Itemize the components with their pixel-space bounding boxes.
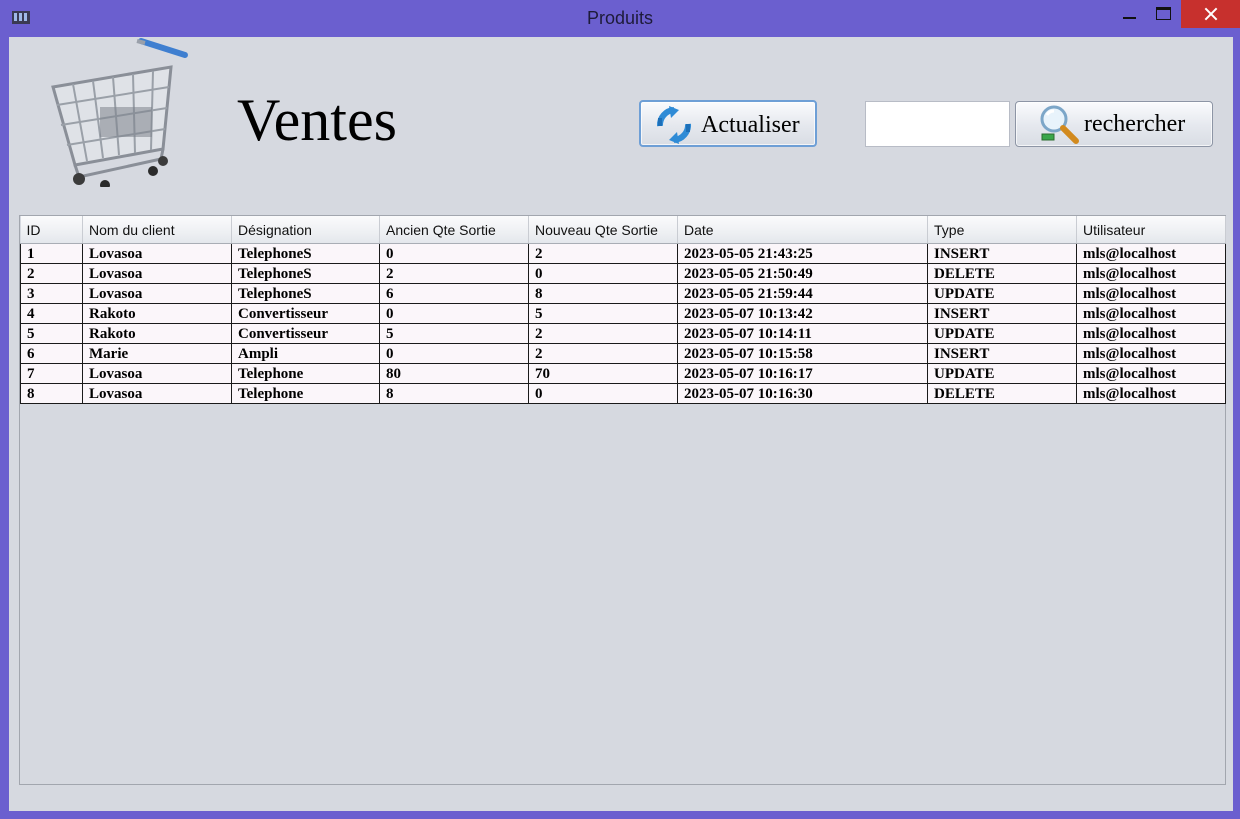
- column-header-user[interactable]: Utilisateur: [1076, 216, 1226, 244]
- table-cell[interactable]: 1: [20, 243, 83, 264]
- table-cell[interactable]: UPDATE: [927, 323, 1077, 344]
- column-header-type[interactable]: Type: [927, 216, 1077, 244]
- main-panel: Ventes Actualiser rechercher ID Nom du c…: [9, 37, 1233, 811]
- table-cell[interactable]: 8: [379, 383, 529, 404]
- column-header-id[interactable]: ID: [20, 216, 83, 244]
- minimize-button[interactable]: [1114, 0, 1146, 28]
- table-cell[interactable]: INSERT: [927, 303, 1077, 324]
- table-cell[interactable]: 0: [528, 263, 678, 284]
- table-cell[interactable]: 2023-05-07 10:16:17: [677, 363, 928, 384]
- table-cell[interactable]: 4: [20, 303, 83, 324]
- maximize-button[interactable]: [1148, 0, 1178, 28]
- table-cell[interactable]: 0: [379, 243, 529, 264]
- table-cell[interactable]: mls@localhost: [1076, 303, 1226, 324]
- table-cell[interactable]: 0: [379, 303, 529, 324]
- table-cell[interactable]: Lovasoa: [82, 243, 232, 264]
- page-title: Ventes: [237, 87, 397, 153]
- table-cell[interactable]: 2: [528, 343, 678, 364]
- table-row[interactable]: 5 Rakoto Convertisseur 5 2 2023-05-07 10…: [20, 323, 1226, 344]
- table-cell[interactable]: 2023-05-05 21:50:49: [677, 263, 928, 284]
- table-row[interactable]: 3 Lovasoa TelephoneS 6 8 2023-05-05 21:5…: [20, 283, 1226, 304]
- table-row[interactable]: 6 Marie Ampli 0 2 2023-05-07 10:15:58 IN…: [20, 343, 1226, 364]
- table-cell[interactable]: 0: [379, 343, 529, 364]
- table-cell[interactable]: UPDATE: [927, 363, 1077, 384]
- search-input[interactable]: [865, 101, 1010, 147]
- table-cell[interactable]: Lovasoa: [82, 283, 232, 304]
- table-cell[interactable]: 5: [379, 323, 529, 344]
- search-button-label: rechercher: [1084, 111, 1186, 137]
- table-cell[interactable]: 5: [528, 303, 678, 324]
- table-row[interactable]: 2 Lovasoa TelephoneS 2 0 2023-05-05 21:5…: [20, 263, 1226, 284]
- table-cell[interactable]: Telephone: [231, 363, 380, 384]
- table-cell[interactable]: Rakoto: [82, 323, 232, 344]
- table-cell[interactable]: 6: [20, 343, 83, 364]
- table-cell[interactable]: DELETE: [927, 383, 1077, 404]
- table-cell[interactable]: mls@localhost: [1076, 383, 1226, 404]
- table-cell[interactable]: mls@localhost: [1076, 363, 1226, 384]
- table-cell[interactable]: DELETE: [927, 263, 1077, 284]
- table-cell[interactable]: 6: [379, 283, 529, 304]
- table-cell[interactable]: 70: [528, 363, 678, 384]
- table-cell[interactable]: 0: [528, 383, 678, 404]
- table-cell[interactable]: Convertisseur: [231, 303, 380, 324]
- table-cell[interactable]: Lovasoa: [82, 363, 232, 384]
- table-row[interactable]: 1 Lovasoa TelephoneS 0 2 2023-05-05 21:4…: [20, 243, 1226, 264]
- table-cell[interactable]: Marie: [82, 343, 232, 364]
- table-cell[interactable]: 2: [528, 323, 678, 344]
- table-cell[interactable]: TelephoneS: [231, 263, 380, 284]
- table-cell[interactable]: 80: [379, 363, 529, 384]
- table-cell[interactable]: 8: [20, 383, 83, 404]
- table-cell[interactable]: TelephoneS: [231, 243, 380, 264]
- column-header-client[interactable]: Nom du client: [82, 216, 232, 244]
- title-bar[interactable]: Produits: [0, 0, 1240, 36]
- table-cell[interactable]: Convertisseur: [231, 323, 380, 344]
- table-cell[interactable]: mls@localhost: [1076, 243, 1226, 264]
- table-cell[interactable]: Telephone: [231, 383, 380, 404]
- table-cell[interactable]: UPDATE: [927, 283, 1077, 304]
- table-row[interactable]: 4 Rakoto Convertisseur 0 5 2023-05-07 10…: [20, 303, 1226, 324]
- table-cell[interactable]: 2023-05-05 21:59:44: [677, 283, 928, 304]
- table-cell[interactable]: Ampli: [231, 343, 380, 364]
- table-cell[interactable]: mls@localhost: [1076, 283, 1226, 304]
- column-header-old-qty[interactable]: Ancien Qte Sortie: [379, 216, 529, 244]
- table-cell[interactable]: TelephoneS: [231, 283, 380, 304]
- magnifier-icon: [1040, 105, 1079, 144]
- column-header-designation[interactable]: Désignation: [231, 216, 380, 244]
- search-button[interactable]: rechercher: [1015, 101, 1213, 147]
- table-cell[interactable]: 2: [20, 263, 83, 284]
- table-header-row: ID Nom du client Désignation Ancien Qte …: [20, 216, 1226, 244]
- table-row[interactable]: 7 Lovasoa Telephone 80 70 2023-05-07 10:…: [20, 363, 1226, 384]
- shopping-cart-icon: [51, 38, 188, 187]
- table-cell[interactable]: 2023-05-05 21:43:25: [677, 243, 928, 264]
- table-cell[interactable]: 7: [20, 363, 83, 384]
- table-cell[interactable]: 2: [379, 263, 529, 284]
- table-cell[interactable]: mls@localhost: [1076, 323, 1226, 344]
- table-cell[interactable]: 2023-05-07 10:16:30: [677, 383, 928, 404]
- table-cell[interactable]: 2023-05-07 10:15:58: [677, 343, 928, 364]
- table-cell[interactable]: mls@localhost: [1076, 263, 1226, 284]
- table-cell[interactable]: 2023-05-07 10:14:11: [677, 323, 928, 344]
- sales-table[interactable]: ID Nom du client Désignation Ancien Qte …: [19, 215, 1226, 785]
- refresh-button-label: Actualiser: [701, 112, 800, 138]
- table-cell[interactable]: INSERT: [927, 343, 1077, 364]
- table-cell[interactable]: 3: [20, 283, 83, 304]
- close-button[interactable]: [1181, 0, 1240, 28]
- column-header-date[interactable]: Date: [677, 216, 928, 244]
- table-cell[interactable]: 5: [20, 323, 83, 344]
- table-cell[interactable]: Lovasoa: [82, 263, 232, 284]
- table-cell[interactable]: mls@localhost: [1076, 343, 1226, 364]
- table-cell[interactable]: INSERT: [927, 243, 1077, 264]
- table-cell[interactable]: 8: [528, 283, 678, 304]
- column-header-new-qty[interactable]: Nouveau Qte Sortie: [528, 216, 678, 244]
- table-cell[interactable]: 2: [528, 243, 678, 264]
- table-cell[interactable]: Rakoto: [82, 303, 232, 324]
- refresh-icon: [656, 106, 692, 144]
- table-cell[interactable]: 2023-05-07 10:13:42: [677, 303, 928, 324]
- table-cell[interactable]: Lovasoa: [82, 383, 232, 404]
- table-row[interactable]: 8 Lovasoa Telephone 8 0 2023-05-07 10:16…: [20, 383, 1226, 404]
- window-title: Produits: [586, 8, 654, 28]
- refresh-button[interactable]: Actualiser: [639, 100, 817, 147]
